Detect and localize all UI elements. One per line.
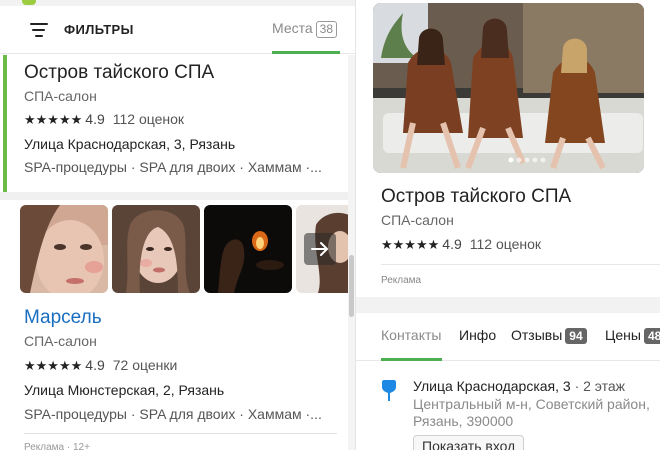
- detail-rating: ★★★★★ 4.9 112 оценок: [381, 236, 541, 253]
- stars-icon: ★★★★★: [24, 112, 83, 127]
- list-separator: [0, 192, 355, 200]
- arrow-right-icon: [311, 242, 328, 256]
- gallery-photo[interactable]: [112, 205, 200, 293]
- contacts-tab-indicator: [381, 358, 442, 361]
- detail-divider: [381, 264, 660, 265]
- detail-title: Остров тайского СПА: [381, 186, 572, 207]
- reviews-count[interactable]: 112 оценок: [113, 111, 184, 127]
- address-floor: · 2 этаж: [570, 378, 626, 394]
- rating-value: 4.9: [442, 236, 462, 252]
- filter-icon[interactable]: [30, 23, 48, 37]
- result-tags: SPA-процедуры · SPA для двоих · Хаммам ·…: [24, 406, 322, 422]
- scrollbar-thumb[interactable]: [349, 255, 354, 317]
- tab-reviews[interactable]: Отзывы 94: [511, 327, 587, 344]
- prices-badge: 48: [643, 328, 660, 344]
- tab-prices-label: Цены: [605, 327, 641, 343]
- result-rating: ★★★★★ 4.9 72 оценки: [24, 357, 177, 374]
- detail-panel: Остров тайского СПА СПА-салон ★★★★★ 4.9 11…: [355, 0, 660, 450]
- result-title-link[interactable]: Марсель: [24, 307, 102, 329]
- results-panel: ФИЛЬТРЫ Места 38 Остров тайского СПА СПА-…: [0, 0, 355, 450]
- address-district: Центральный м-н, Советский район, Рязань…: [413, 396, 650, 429]
- ad-label: Реклама: [381, 275, 422, 286]
- result-address: Улица Мюнстерская, 2, Рязань: [24, 382, 225, 398]
- scrollbar-track[interactable]: [348, 55, 355, 450]
- card-divider: [24, 433, 337, 434]
- show-entrance-button[interactable]: Показать вход: [413, 435, 525, 450]
- gallery-photo[interactable]: [20, 205, 108, 293]
- ad-age-label: Реклама · 12+: [24, 442, 90, 450]
- address-line[interactable]: Улица Краснодарская, 3 · 2 этаж: [413, 378, 625, 394]
- reviews-badge: 94: [565, 328, 587, 344]
- reviews-count[interactable]: 72 оценки: [113, 357, 178, 373]
- rating-value: 4.9: [85, 357, 105, 373]
- hero-photo[interactable]: [373, 3, 644, 173]
- places-count-badge: 38: [315, 21, 338, 38]
- tab-reviews-label: Отзывы: [511, 327, 563, 343]
- filters-button[interactable]: ФИЛЬТРЫ: [64, 22, 134, 37]
- address-street: Улица Краснодарская, 3: [413, 378, 571, 394]
- rating-value: 4.9: [85, 111, 105, 127]
- results-toolbar: ФИЛЬТРЫ Места 38: [0, 6, 355, 54]
- reviews-count[interactable]: 112 оценок: [470, 236, 541, 252]
- photo-gallery[interactable]: [20, 205, 355, 293]
- section-band: [356, 297, 660, 313]
- result-address: Улица Краснодарская, 3, Рязань: [24, 136, 236, 152]
- detail-tabs: Контакты Инфо Отзывы 94 Цены 48: [356, 313, 660, 361]
- gallery-next-button[interactable]: [304, 233, 336, 265]
- result-card-selected[interactable]: Остров тайского СПА СПА-салон ★★★★★ 4.9 11…: [0, 55, 355, 192]
- selection-accent-bar: [3, 55, 7, 192]
- result-rating: ★★★★★ 4.9 112 оценок: [24, 111, 184, 128]
- gallery-photo[interactable]: [204, 205, 292, 293]
- tab-prices[interactable]: Цены 48: [605, 327, 660, 344]
- tab-contacts[interactable]: Контакты: [381, 327, 441, 343]
- tab-places[interactable]: Места 38: [272, 20, 338, 38]
- result-type: СПА-салон: [24, 333, 97, 349]
- places-tab-indicator: [272, 51, 340, 54]
- app-root: ФИЛЬТРЫ Места 38 Остров тайского СПА СПА-…: [0, 0, 660, 450]
- result-type: СПА-салон: [24, 88, 97, 104]
- detail-type: СПА-салон: [381, 212, 454, 228]
- top-pill: [22, 0, 36, 5]
- location-pin-icon: [381, 380, 397, 402]
- result-title[interactable]: Остров тайского СПА: [24, 62, 214, 84]
- tab-info[interactable]: Инфо: [459, 327, 496, 343]
- stars-icon: ★★★★★: [381, 237, 440, 252]
- result-tags: SPA-процедуры · SPA для двоих · Хаммам ·…: [24, 159, 322, 175]
- stars-icon: ★★★★★: [24, 358, 83, 373]
- tab-places-label: Места: [272, 20, 313, 36]
